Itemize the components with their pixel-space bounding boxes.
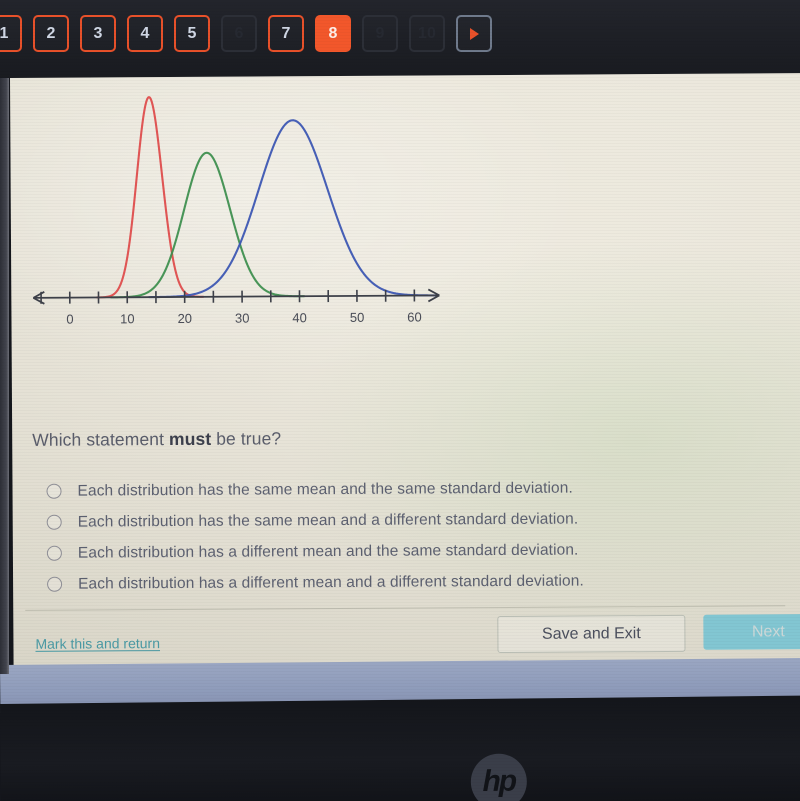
distribution-chart: 0 10 20 30 40 50 60 [20, 83, 452, 416]
answer-options[interactable]: Each distribution has the same mean and … [42, 472, 743, 600]
question-emphasis: must [168, 428, 212, 450]
x-axis-tick-label: 20 [178, 311, 193, 326]
x-axis-tick-label: 10 [120, 311, 135, 326]
x-axis-tick-label: 30 [235, 311, 250, 326]
laptop-bezel: hp [0, 695, 800, 801]
pagination-button-8[interactable]: 8 [315, 15, 351, 52]
radio-button-icon[interactable] [46, 545, 62, 561]
answer-option[interactable]: Each distribution has the same mean and … [43, 503, 743, 538]
x-axis-tick-label: 60 [407, 309, 422, 324]
x-axis-tick-label: 0 [66, 312, 73, 327]
next-button[interactable]: Next [703, 613, 800, 650]
question-pagination[interactable]: 1 2 3 4 5 6 7 8 9 10 [0, 15, 492, 52]
curve-green [110, 151, 306, 299]
pagination-button-6: 6 [221, 15, 257, 52]
pagination-button-10: 10 [409, 15, 445, 52]
app-header-band: 1 2 3 4 5 6 7 8 9 10 [0, 0, 800, 80]
answer-option[interactable]: Each distribution has a different mean a… [43, 534, 743, 569]
question-text: Which statement must be true? [32, 428, 281, 451]
radio-button-icon[interactable] [46, 483, 62, 499]
x-axis-tick-label: 40 [292, 310, 307, 325]
save-and-exit-button[interactable]: Save and Exit [497, 614, 686, 654]
answer-option[interactable]: Each distribution has the same mean and … [42, 472, 742, 507]
answer-option-label: Each distribution has a different mean a… [77, 541, 579, 562]
x-axis-tick-label: 50 [350, 310, 365, 325]
answer-option-label: Each distribution has the same mean and … [77, 479, 573, 500]
curve-blue [148, 119, 440, 299]
x-axis-line [33, 294, 440, 299]
pagination-button-1[interactable]: 1 [0, 15, 22, 52]
answer-option[interactable]: Each distribution has a different mean a… [43, 565, 743, 600]
play-triangle-icon [469, 27, 479, 40]
footer-divider [25, 605, 786, 611]
pagination-button-2[interactable]: 2 [33, 15, 69, 52]
pagination-button-7[interactable]: 7 [268, 15, 304, 52]
question-prefix: Which statement [32, 429, 170, 450]
photographed-screen: 1 2 3 4 5 6 7 8 9 10 0 10 20 30 40 50 60 Which statemen… [0, 0, 800, 801]
pagination-button-3[interactable]: 3 [80, 15, 116, 52]
pagination-button-5[interactable]: 5 [174, 15, 210, 52]
answer-option-label: Each distribution has a different mean a… [78, 572, 584, 593]
exam-page: 0 10 20 30 40 50 60 Which statement must be tr… [10, 73, 800, 670]
radio-button-icon[interactable] [46, 514, 62, 530]
pagination-next-arrow[interactable] [456, 15, 492, 52]
question-suffix: be true? [211, 428, 282, 449]
pagination-button-9: 9 [362, 15, 398, 52]
pagination-button-4[interactable]: 4 [127, 15, 163, 52]
screen-left-edge [0, 78, 9, 674]
chart-svg: 0 10 20 30 40 50 60 [32, 96, 440, 327]
radio-button-icon[interactable] [47, 576, 63, 592]
mark-this-and-return-link[interactable]: Mark this and return [35, 635, 160, 652]
answer-option-label: Each distribution has the same mean and … [77, 510, 579, 531]
hp-logo-icon: hp [470, 753, 528, 801]
